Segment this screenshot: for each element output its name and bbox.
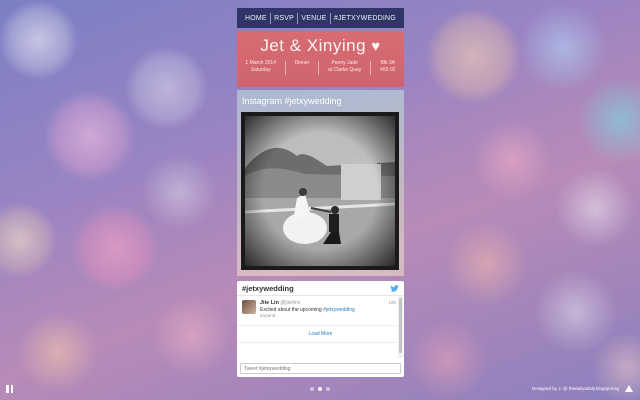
widget-scrollbar[interactable] <box>398 296 403 358</box>
scrollbar-thumb[interactable] <box>399 298 402 353</box>
tweet-text-prefix: Excited about the upcoming <box>260 306 324 313</box>
event-type-line: Dinner <box>294 60 310 66</box>
tweet-input[interactable] <box>240 363 401 374</box>
date-line: 1 March 2014 <box>245 60 276 66</box>
detail-divider <box>318 61 320 75</box>
nav-rsvp[interactable]: RSVP <box>274 15 294 22</box>
designer-credit[interactable]: Designed by J. @ thedailyadoly.blogspot.… <box>532 386 619 391</box>
twitter-widget: #jetxywedding Jiie Lin @jiieilinn Excite… <box>237 281 404 377</box>
event-details: 1 March 2014 Saturday Dinner Peony Jade … <box>237 60 404 75</box>
slide-dot-2[interactable] <box>318 387 322 391</box>
scroll-top-icon[interactable] <box>625 385 633 392</box>
widget-title: #jetxywedding <box>242 283 294 293</box>
widget-empty-area <box>237 343 404 363</box>
nav-divider <box>269 12 271 24</box>
couple-names: Jet & Xinying <box>260 36 367 55</box>
instagram-title: Instagram #jetxywedding <box>242 96 342 106</box>
page-title: Jet & Xinying ♥ <box>237 31 404 56</box>
nav-hashtag[interactable]: #JETXYWEDDING <box>334 15 396 22</box>
event-date: 1 March 2014 Saturday <box>245 60 276 73</box>
top-nav: HOME RSVP VENUE #JETXYWEDDING <box>237 8 404 28</box>
block-line: Blk 3A <box>380 60 395 66</box>
pause-bar <box>10 385 13 393</box>
slide-dot-1[interactable] <box>310 387 314 391</box>
tweet-timestamp[interactable]: 19h <box>388 300 396 305</box>
widget-header: #jetxywedding <box>237 281 404 296</box>
wedding-header: Jet & Xinying ♥ 1 March 2014 Saturday Di… <box>237 31 404 87</box>
pause-icon[interactable] <box>6 385 13 393</box>
tweet-author-handle: @jiieilinn <box>280 300 301 306</box>
nav-divider <box>329 12 331 24</box>
avatar[interactable] <box>242 300 256 314</box>
heart-icon: ♥ <box>371 38 381 55</box>
nav-venue[interactable]: VENUE <box>301 15 326 22</box>
venue-line: Peony Jade <box>331 60 358 66</box>
unit-line: #02-02 <box>379 66 396 73</box>
event-address: Blk 3A #02-02 <box>380 60 396 73</box>
tweet-expand-link[interactable]: Expand <box>260 313 355 320</box>
venue-location-line: at Clarke Quay <box>327 66 362 73</box>
tweet-author-name: Jiie Lin <box>260 300 279 306</box>
day-line: Saturday <box>250 66 271 73</box>
nav-home[interactable]: HOME <box>245 15 267 22</box>
slide-dots <box>310 387 330 391</box>
pause-bar <box>6 385 9 393</box>
slide-dot-3[interactable] <box>326 387 330 391</box>
detail-divider <box>370 61 372 75</box>
tweet-body: Jiie Lin @jiieilinn Excited about the up… <box>260 300 355 321</box>
instagram-photo[interactable] <box>241 112 399 270</box>
tweet-hashtag-link[interactable]: #jetxywedding <box>323 307 355 313</box>
tweet-item[interactable]: Jiie Lin @jiieilinn Excited about the up… <box>237 296 404 326</box>
couple-photo-graphic <box>245 116 395 266</box>
photo-image <box>245 116 395 266</box>
detail-divider <box>284 61 286 75</box>
event-venue: Peony Jade at Clarke Quay <box>328 60 361 73</box>
instagram-section: Instagram #jetxywedding <box>237 90 404 276</box>
load-more-button[interactable]: Load More <box>237 326 404 343</box>
twitter-bird-icon[interactable] <box>390 284 399 293</box>
event-type: Dinner <box>295 60 310 67</box>
nav-divider <box>297 12 299 24</box>
